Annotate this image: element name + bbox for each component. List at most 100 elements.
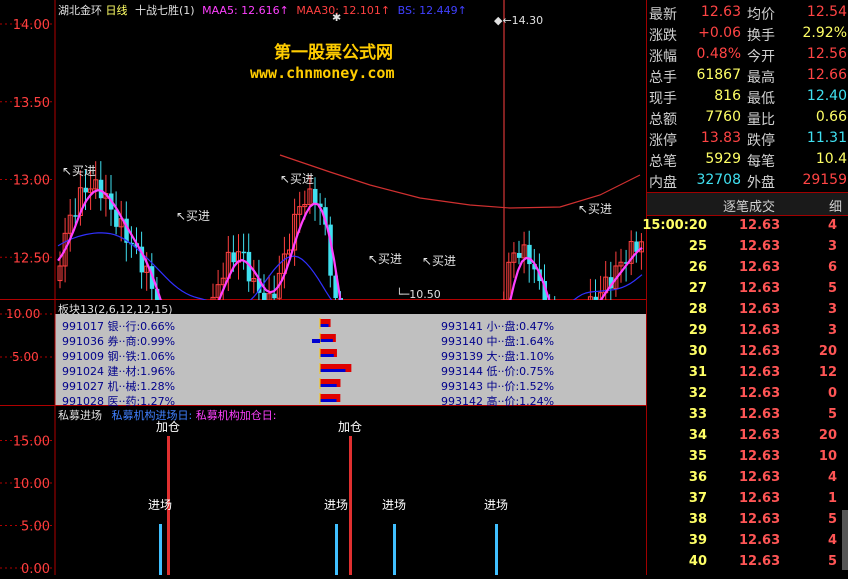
tick-price: 12.63: [739, 260, 780, 275]
quote-label: 最低: [747, 88, 775, 108]
entry-bar: [495, 524, 498, 575]
candle-down: [84, 188, 89, 193]
sector-row[interactable]: 991024 建··材:1.96%: [62, 363, 175, 379]
tick-title[interactable]: 逐笔成交: [723, 196, 775, 215]
sector-row[interactable]: 993143 中··价:1.52%: [441, 378, 554, 394]
tick-time: 35: [689, 449, 707, 464]
tick-row[interactable]: 3712.631: [647, 488, 848, 509]
tick-row[interactable]: 4012.635: [647, 551, 848, 572]
symbol-name[interactable]: 湖北金环: [58, 4, 102, 17]
tick-time: 31: [689, 365, 707, 380]
quote-label: 涨跌: [649, 25, 677, 45]
tick-row[interactable]: 3412.6320: [647, 425, 848, 446]
quote-value: 2.92%: [803, 25, 847, 41]
tick-row[interactable]: 3012.6320: [647, 341, 848, 362]
buy-signal-label: ↖买进: [368, 252, 402, 266]
tick-row[interactable]: 3112.6312: [647, 362, 848, 383]
quote-row: 总笔5929每笔10.4: [647, 149, 848, 170]
quote-label: 现手: [649, 88, 677, 108]
quote-row: 总额7760量比0.66: [647, 107, 848, 128]
buy-signal-label: ↖买进: [176, 209, 210, 223]
sector-bar-blue: [320, 354, 334, 357]
tick-row[interactable]: 3312.635: [647, 404, 848, 425]
indicator-chart[interactable]: 15.0010.005.000.00 私募进场 私募机构进场日: 私募机构加仓日…: [0, 406, 646, 575]
sub-title[interactable]: 私募进场: [58, 409, 102, 422]
tick-price: 12.63: [739, 386, 780, 401]
quote-value: 0.66: [816, 109, 847, 125]
quote-value: 7760: [705, 109, 741, 125]
tick-price: 12.63: [739, 554, 780, 569]
tick-row[interactable]: 3512.6310: [647, 446, 848, 467]
tick-volume: 6: [828, 260, 837, 275]
period-label[interactable]: 日线: [106, 4, 128, 17]
bs-value: BS: 12.449↑: [398, 4, 467, 17]
tick-price: 12.63: [739, 218, 780, 233]
tick-price: 12.63: [739, 239, 780, 254]
quote-label: 涨幅: [649, 46, 677, 66]
tick-price: 12.63: [739, 533, 780, 548]
quote-label: 总手: [649, 67, 677, 87]
quote-value: 12.56: [807, 46, 847, 62]
tick-row[interactable]: 3812.635: [647, 509, 848, 530]
tick-price: 12.63: [739, 470, 780, 485]
sector-row[interactable]: 991027 机··械:1.28%: [62, 378, 175, 394]
sector-row[interactable]: 991017 银··行:0.66%: [62, 318, 175, 334]
tick-row[interactable]: 2612.636: [647, 257, 848, 278]
quote-label: 换手: [747, 25, 775, 45]
quote-row: 最新12.63均价12.54: [647, 2, 848, 23]
tick-volume: 4: [828, 218, 837, 233]
tick-row[interactable]: 2812.633: [647, 299, 848, 320]
sector-row[interactable]: 991036 券··商:0.99%: [62, 333, 175, 349]
buy-signal-label: ↖买进: [578, 202, 612, 216]
entry-signal-chart[interactable]: 15.0010.005.000.00: [0, 406, 646, 575]
candle-down: [262, 293, 267, 300]
entry-legend: 私募机构进场日:: [112, 409, 193, 422]
tick-volume: 1: [828, 491, 837, 506]
indicator-name[interactable]: 十战七胜(1): [135, 4, 195, 17]
tick-row[interactable]: 2512.633: [647, 236, 848, 257]
tick-time: 15:00:20: [642, 218, 707, 233]
candle-down: [517, 253, 522, 258]
sector-row[interactable]: 991009 钢··铁:1.06%: [62, 348, 175, 364]
quote-label: 内盘: [649, 172, 677, 192]
tick-volume: 3: [828, 302, 837, 317]
sector-row[interactable]: 993144 低··价:0.75%: [441, 363, 554, 379]
tick-row[interactable]: 3912.634: [647, 530, 848, 551]
detail-button[interactable]: 细: [829, 196, 842, 215]
ma5-value: MAA5: 12.616↑: [202, 4, 289, 17]
candle-down: [231, 252, 236, 262]
tick-row[interactable]: 3212.630: [647, 383, 848, 404]
entry-bar: [335, 524, 338, 575]
sector-panel[interactable]: 板块13(2,6,12,12,15) 10.00 5.00 991017 银··…: [0, 300, 646, 406]
tick-row[interactable]: 2712.635: [647, 278, 848, 299]
watermark-title: 第一股票公式网: [274, 38, 393, 63]
tick-volume: 10: [819, 449, 837, 464]
sub-y-tick: 10.00: [13, 477, 50, 492]
tick-row[interactable]: 15:00:2012.634: [647, 215, 848, 236]
quote-value: 11.31: [807, 130, 847, 146]
tick-row[interactable]: 3612.634: [647, 467, 848, 488]
tick-row[interactable]: 2912.633: [647, 320, 848, 341]
tick-time: 39: [689, 533, 707, 548]
entry-bar: [393, 524, 396, 575]
tick-price: 12.63: [739, 491, 780, 506]
price-chart[interactable]: 14.0013.5013.0012.5012.0011.5011.0010.50…: [0, 0, 646, 300]
quote-label: 总笔: [649, 151, 677, 171]
entry-label: 进场: [148, 496, 172, 513]
sector-bar-blue: [320, 399, 337, 402]
quote-value: 13.83: [701, 130, 741, 146]
tick-time: 40: [689, 554, 707, 569]
tick-volume: 20: [819, 344, 837, 359]
tick-price: 12.63: [739, 407, 780, 422]
sector-row[interactable]: 993141 小··盘:0.47%: [441, 318, 554, 334]
tick-scrollbar[interactable]: [842, 510, 848, 570]
tick-time: 30: [689, 344, 707, 359]
board-title[interactable]: 板块13(2,6,12,12,15): [58, 301, 173, 317]
sector-row[interactable]: 993139 大··盘:1.10%: [441, 348, 554, 364]
sector-bar-blue: [320, 384, 337, 387]
y-tick-label: 14.00: [13, 18, 50, 33]
sector-row[interactable]: 993140 中··盘:1.64%: [441, 333, 554, 349]
low-annotation: └─10.50: [396, 287, 441, 300]
sector-bar-blue: [320, 324, 329, 327]
tick-time: 25: [689, 239, 707, 254]
